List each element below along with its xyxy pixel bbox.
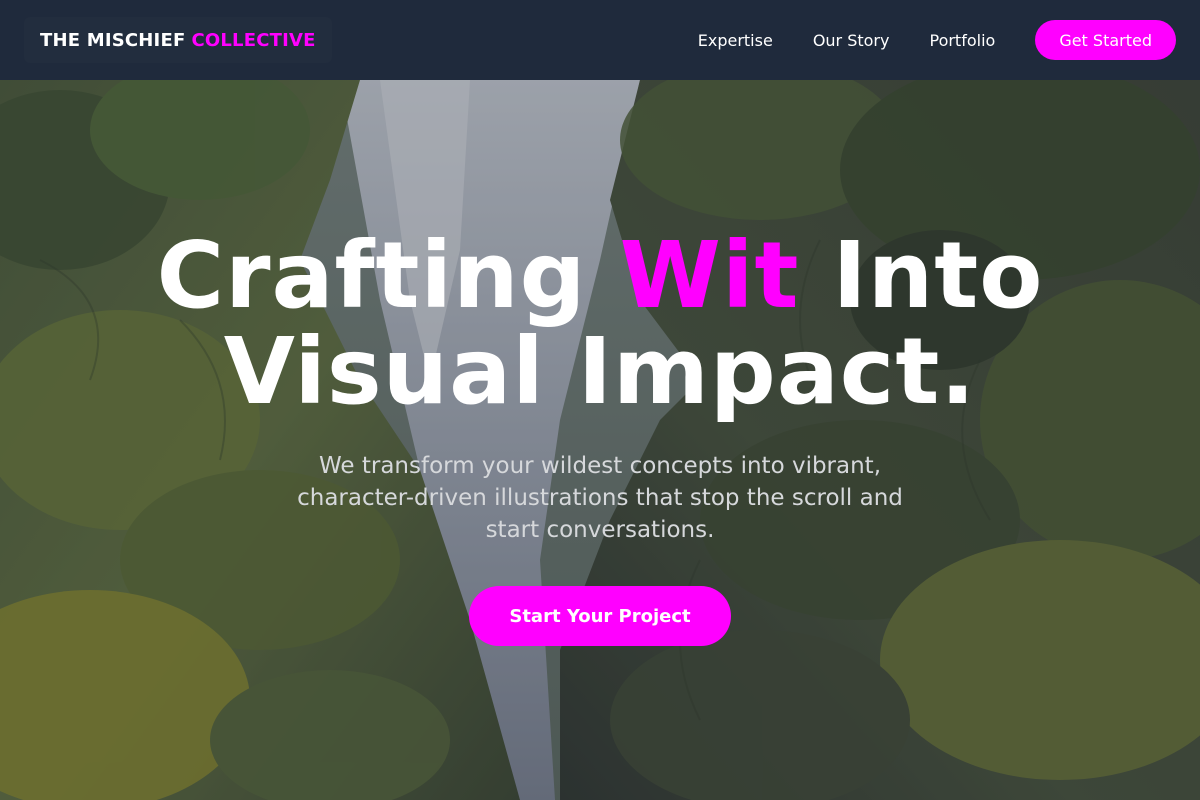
brand-name-primary: THE MISCHIEF xyxy=(40,29,186,51)
nav-link-expertise[interactable]: Expertise xyxy=(698,31,773,50)
nav-link-our-story[interactable]: Our Story xyxy=(813,31,890,50)
start-project-button[interactable]: Start Your Project xyxy=(469,586,731,646)
brand-logo[interactable]: THE MISCHIEF COLLECTIVE xyxy=(24,17,332,63)
headline-accent-word: Wit xyxy=(619,222,800,329)
hero-headline: Crafting Wit Into Visual Impact. xyxy=(0,228,1200,420)
nav-menu: Expertise Our Story Portfolio Get Starte… xyxy=(698,20,1176,60)
nav-link-portfolio[interactable]: Portfolio xyxy=(929,31,995,50)
top-navbar: THE MISCHIEF COLLECTIVE Expertise Our St… xyxy=(0,0,1200,80)
headline-word-crafting: Crafting xyxy=(156,222,587,329)
hero-subheadline: We transform your wildest concepts into … xyxy=(297,453,903,543)
landing-page: THE MISCHIEF COLLECTIVE Expertise Our St… xyxy=(0,0,1200,800)
brand-name-accent: COLLECTIVE xyxy=(191,29,316,51)
headline-word-into: Into xyxy=(832,222,1044,329)
get-started-button[interactable]: Get Started xyxy=(1035,20,1176,60)
hero-section: Crafting Wit Into Visual Impact. We tran… xyxy=(0,228,1200,646)
headline-line-two: Visual Impact. xyxy=(223,318,977,425)
